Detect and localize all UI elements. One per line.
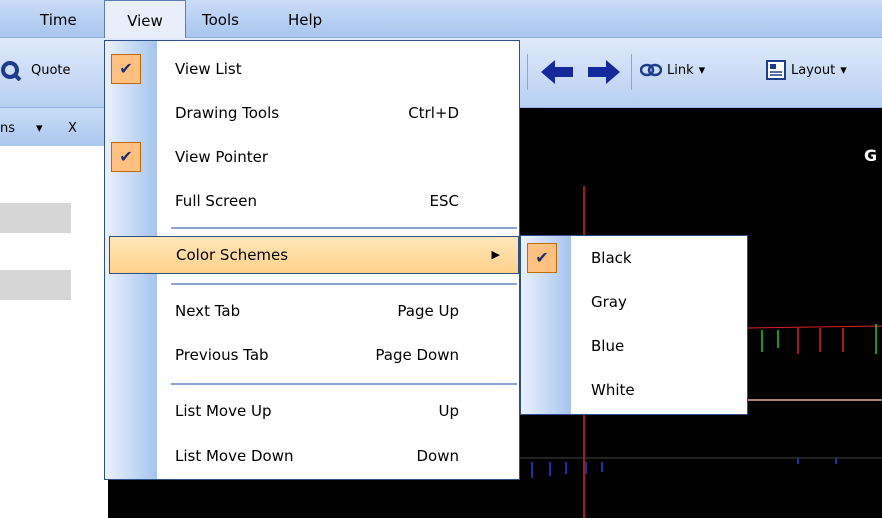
quote-icon	[1, 61, 22, 81]
menu-item-label: Color Schemes	[176, 246, 289, 264]
menu-separator	[171, 383, 517, 385]
menu-item-label: List Move Up	[175, 402, 272, 420]
menu-item-label: Previous Tab	[175, 346, 269, 364]
menu-item-list-move-down[interactable]: List Move Down Down	[105, 436, 519, 476]
submenu-item-blue[interactable]: Blue	[521, 326, 747, 366]
chart-title: G	[864, 146, 878, 165]
menu-item-label: View Pointer	[175, 148, 269, 166]
quote-button[interactable]: Quote	[0, 59, 71, 81]
arrow-left-icon	[541, 60, 573, 84]
volume-ticks	[761, 324, 877, 354]
menu-item-shortcut: Page Up	[397, 302, 459, 320]
menu-item-label: Next Tab	[175, 302, 241, 320]
link-button[interactable]: Link ▾	[640, 62, 705, 78]
menu-item-drawing-tools[interactable]: Drawing Tools Ctrl+D	[105, 93, 519, 133]
menu-item-label: View List	[175, 60, 242, 78]
series-line	[747, 325, 882, 329]
menu-item-shortcut: Up	[438, 402, 459, 420]
quote-label: Quote	[31, 62, 71, 78]
submenu-item-label: Gray	[591, 293, 627, 311]
menu-tools[interactable]: Tools	[202, 0, 239, 38]
menu-view[interactable]: View	[104, 0, 186, 40]
link-icon	[640, 63, 662, 77]
submenu-arrow-icon: ▶	[491, 248, 500, 261]
layout-button[interactable]: Layout ▾	[766, 60, 847, 80]
menu-item-view-pointer[interactable]: View Pointer	[105, 137, 519, 177]
menu-item-previous-tab[interactable]: Previous Tab Page Down	[105, 335, 519, 375]
menu-separator	[171, 283, 517, 285]
toolbar-separator	[631, 54, 632, 90]
close-panel-button[interactable]: X	[68, 121, 77, 136]
menu-item-color-schemes[interactable]: Color Schemes ▶	[109, 236, 519, 274]
menu-item-full-screen[interactable]: Full Screen ESC	[105, 181, 519, 221]
panel-header-label[interactable]: ns	[0, 121, 15, 136]
submenu-item-label: White	[591, 381, 635, 399]
submenu-item-gray[interactable]: Gray	[521, 282, 747, 322]
arrow-right-icon	[588, 60, 620, 84]
layout-label: Layout	[791, 62, 836, 78]
menu-item-shortcut: Page Down	[375, 346, 459, 364]
forward-button[interactable]	[586, 60, 620, 84]
layout-icon	[766, 60, 786, 80]
menu-item-shortcut: ESC	[429, 192, 459, 210]
menu-item-label: Drawing Tools	[175, 104, 280, 122]
submenu-item-label: Black	[591, 249, 632, 267]
placeholder-bar	[0, 270, 71, 300]
menu-item-label: Full Screen	[175, 192, 257, 210]
menu-separator	[171, 227, 517, 229]
menu-item-shortcut: Down	[416, 447, 459, 465]
view-menu: ✔ View List Drawing Tools Ctrl+D ✔ View …	[104, 40, 520, 480]
menu-item-shortcut: Ctrl+D	[408, 104, 459, 122]
link-label: Link	[667, 62, 694, 78]
back-button[interactable]	[541, 60, 575, 84]
menu-help[interactable]: Help	[288, 0, 322, 38]
submenu-item-black[interactable]: Black	[521, 238, 747, 278]
menu-item-label: List Move Down	[175, 447, 294, 465]
submenu-item-white[interactable]: White	[521, 370, 747, 410]
chevron-down-icon[interactable]: ▾	[36, 121, 43, 136]
left-panel	[0, 108, 108, 518]
placeholder-bar	[0, 203, 71, 233]
menu-time[interactable]: Time	[40, 0, 77, 38]
menu-item-list-move-up[interactable]: List Move Up Up	[105, 391, 519, 431]
chevron-down-icon: ▾	[698, 62, 706, 78]
toolbar-separator	[527, 54, 528, 90]
panel-header: ns ▾ X	[0, 108, 108, 146]
menu-item-view-list[interactable]: View List	[105, 49, 519, 89]
submenu-item-label: Blue	[591, 337, 625, 355]
indicator-ticks	[531, 458, 837, 478]
volume-ticks	[797, 328, 844, 354]
color-schemes-submenu: ✔ Black Gray Blue White	[520, 235, 748, 415]
menu-bar: Time View Tools Help	[0, 0, 882, 40]
chevron-down-icon: ▾	[840, 62, 847, 78]
menu-item-next-tab[interactable]: Next Tab Page Up	[105, 291, 519, 331]
